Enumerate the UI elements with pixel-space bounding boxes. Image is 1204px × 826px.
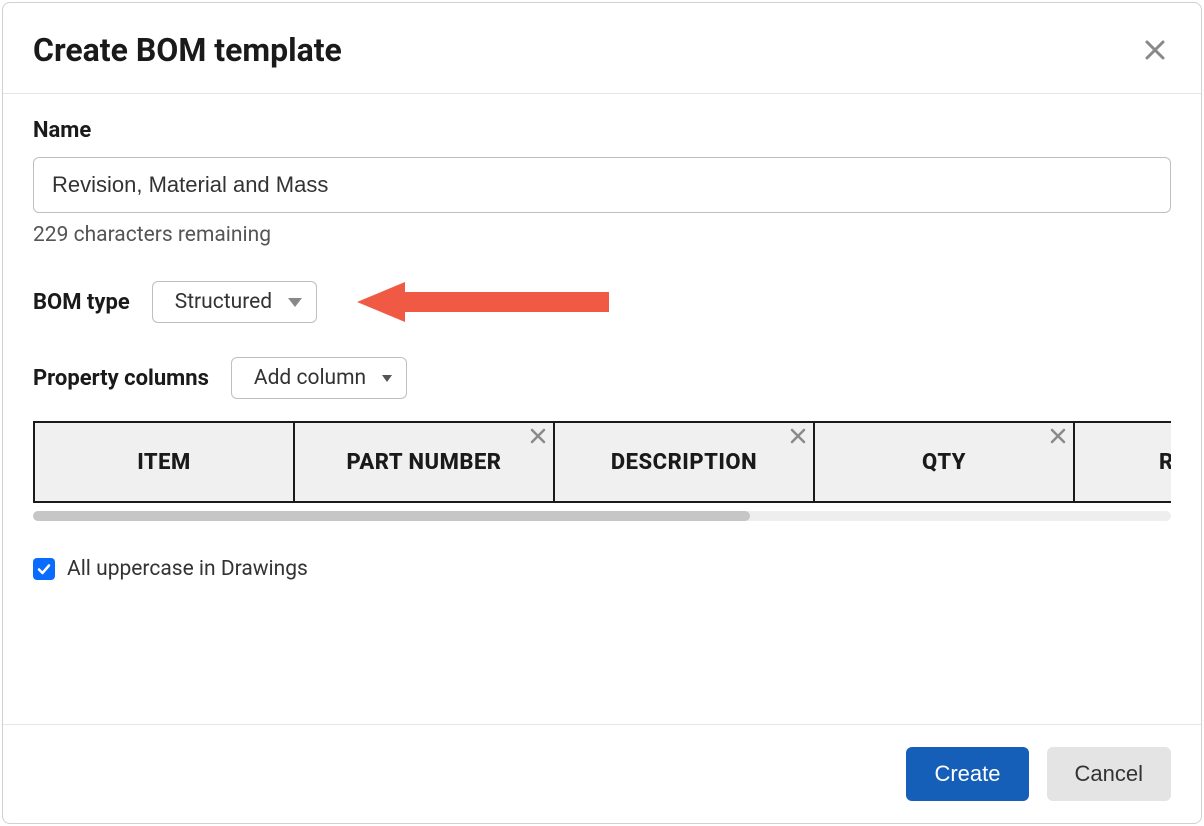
- cancel-button[interactable]: Cancel: [1047, 747, 1171, 801]
- column-header-extra[interactable]: R: [1073, 421, 1171, 503]
- column-header-qty[interactable]: QTY: [813, 421, 1073, 503]
- columns-preview: ITEM PART NUMBER DESCRIPTION: [33, 421, 1171, 521]
- scrollbar-thumb[interactable]: [33, 511, 750, 521]
- close-icon: [529, 427, 547, 445]
- column-header-item[interactable]: ITEM: [33, 421, 293, 503]
- columns-track: ITEM PART NUMBER DESCRIPTION: [33, 421, 1171, 503]
- column-label: DESCRIPTION: [611, 450, 757, 475]
- remove-column-button[interactable]: [529, 427, 547, 445]
- annotation-arrow: [357, 282, 617, 322]
- chevron-down-icon: [288, 298, 302, 307]
- uppercase-checkbox-row: All uppercase in Drawings: [33, 557, 1171, 581]
- close-icon: [1049, 427, 1067, 445]
- chevron-down-icon: [382, 375, 392, 382]
- column-label: ITEM: [137, 450, 191, 475]
- add-column-select[interactable]: Add column: [231, 357, 407, 399]
- uppercase-checkbox[interactable]: [33, 558, 55, 580]
- remove-column-button[interactable]: [789, 427, 807, 445]
- column-header-description[interactable]: DESCRIPTION: [553, 421, 813, 503]
- bom-type-row: BOM type Structured: [33, 281, 1171, 323]
- bom-type-select[interactable]: Structured: [152, 281, 317, 323]
- bom-type-value: Structured: [175, 290, 272, 314]
- property-columns-row: Property columns Add column: [33, 357, 1171, 399]
- add-column-label: Add column: [254, 366, 366, 390]
- check-icon: [36, 561, 52, 577]
- dialog-header: Create BOM template: [3, 3, 1201, 94]
- column-label: R: [1159, 450, 1171, 475]
- column-label: QTY: [922, 450, 966, 475]
- close-icon: [1143, 38, 1167, 62]
- dialog-title: Create BOM template: [33, 31, 342, 69]
- name-input[interactable]: [33, 157, 1171, 213]
- columns-scroll[interactable]: ITEM PART NUMBER DESCRIPTION: [33, 421, 1171, 503]
- uppercase-checkbox-label: All uppercase in Drawings: [67, 557, 308, 581]
- close-icon: [789, 427, 807, 445]
- close-button[interactable]: [1139, 34, 1171, 66]
- remove-column-button[interactable]: [1049, 427, 1067, 445]
- name-label: Name: [33, 118, 1171, 143]
- column-header-part-number[interactable]: PART NUMBER: [293, 421, 553, 503]
- bom-type-label: BOM type: [33, 290, 130, 315]
- create-bom-template-dialog: Create BOM template Name 229 characters …: [2, 2, 1202, 824]
- create-button[interactable]: Create: [906, 747, 1028, 801]
- horizontal-scrollbar[interactable]: [33, 511, 1171, 521]
- dialog-body: Name 229 characters remaining BOM type S…: [3, 94, 1201, 724]
- property-columns-label: Property columns: [33, 366, 209, 391]
- dialog-footer: Create Cancel: [3, 724, 1201, 823]
- column-label: PART NUMBER: [346, 450, 501, 475]
- chars-remaining: 229 characters remaining: [33, 223, 1171, 247]
